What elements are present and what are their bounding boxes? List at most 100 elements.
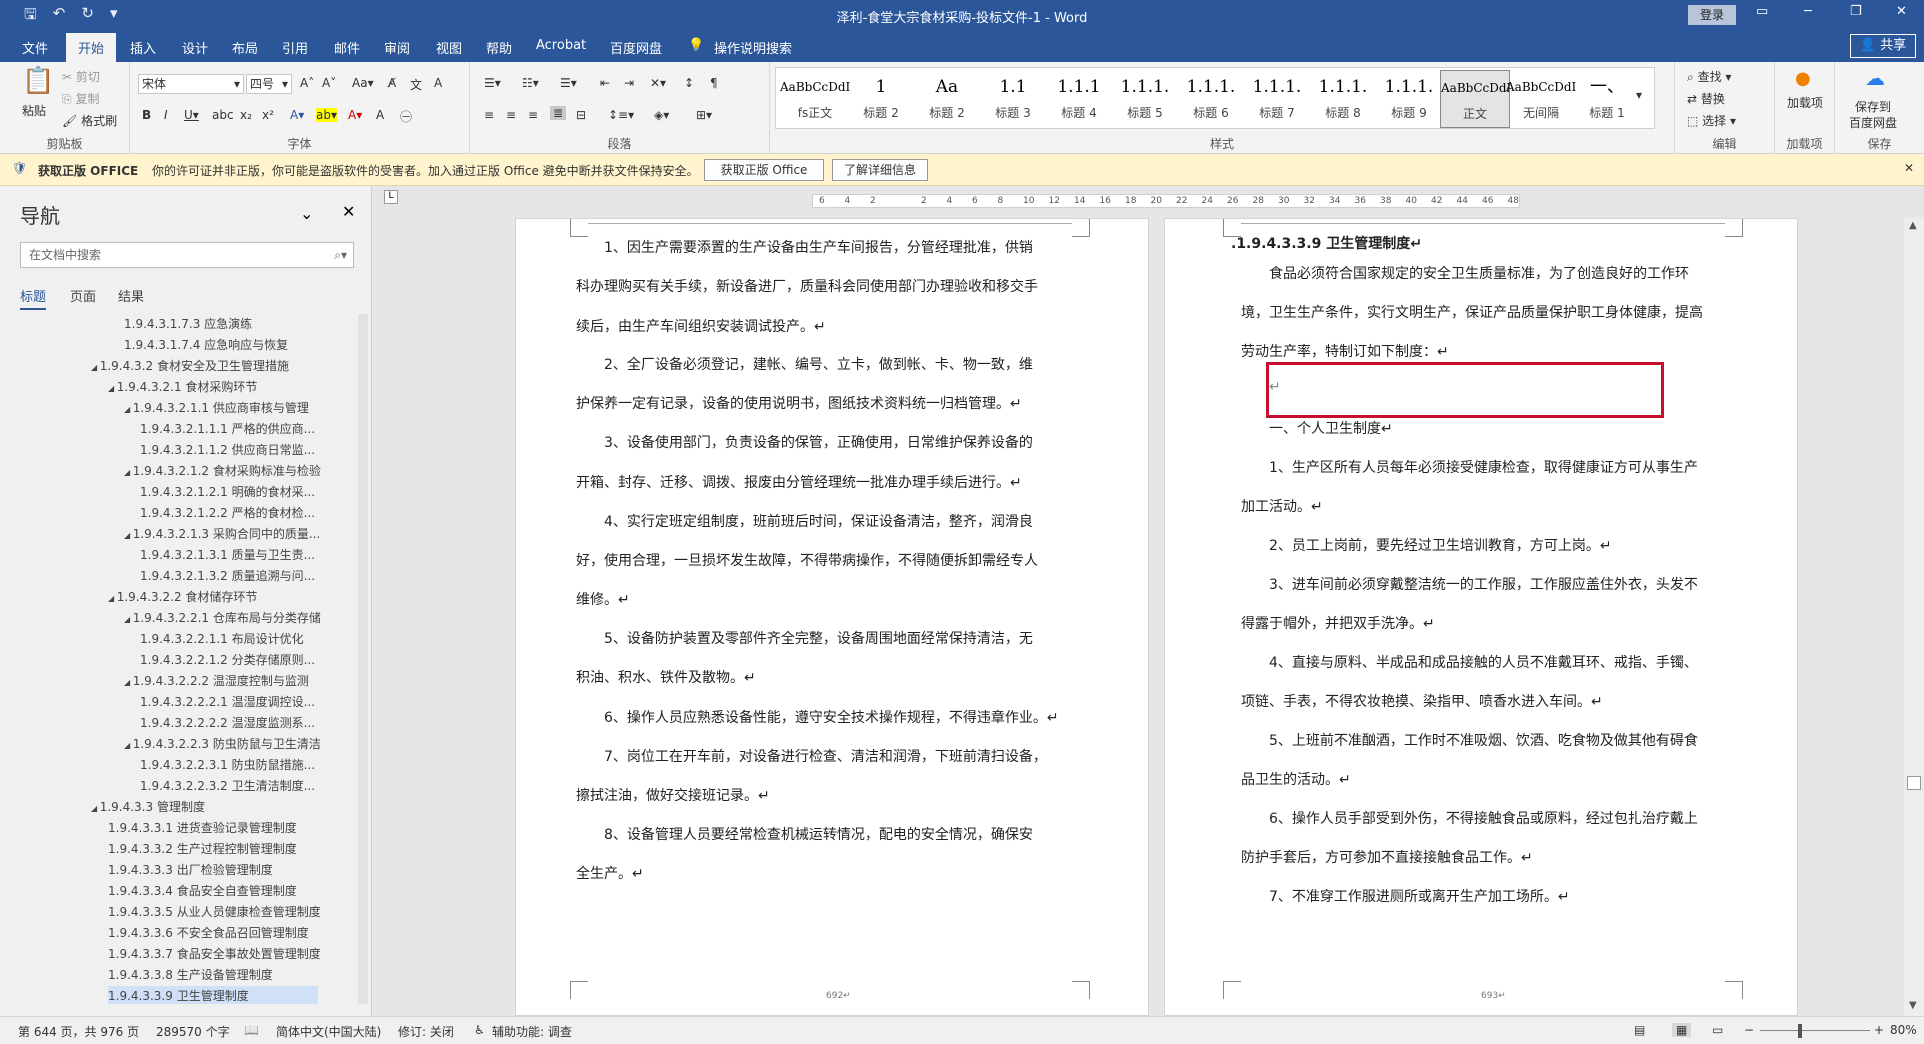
- find-button[interactable]: ⌕ 查找 ▾: [1687, 68, 1731, 85]
- char-shading-icon[interactable]: A: [376, 108, 384, 122]
- tab-mailings[interactable]: 邮件: [334, 38, 360, 57]
- scroll-up-icon[interactable]: ▲: [1909, 220, 1917, 231]
- copy-button[interactable]: ⎘ 复制: [62, 90, 99, 107]
- nav-tree-item[interactable]: ◢ 1.9.4.3.2.2 食材储存环节: [108, 587, 257, 608]
- style-item[interactable]: 一、 标题 1: [1572, 70, 1642, 128]
- numbering-icon[interactable]: ☷▾: [522, 76, 539, 90]
- nav-tree-item[interactable]: 1.9.4.3.2.2.1.1 布局设计优化: [140, 629, 304, 650]
- zoom-slider[interactable]: [1760, 1030, 1870, 1031]
- nav-tree-item[interactable]: ◢ 1.9.4.3.2.1.1 供应商审核与管理: [124, 398, 309, 419]
- search-icon[interactable]: ⌕▾: [334, 243, 347, 267]
- zoom-level[interactable]: 80%: [1890, 1023, 1917, 1037]
- tab-help[interactable]: 帮助: [486, 38, 512, 57]
- accessibility-status[interactable]: 辅助功能: 调查: [492, 1023, 572, 1040]
- tab-layout[interactable]: 布局: [232, 38, 258, 57]
- nav-tree-item[interactable]: ◢ 1.9.4.3.2.2.3 防虫防鼠与卫生清洁: [124, 734, 321, 755]
- nav-tree-item[interactable]: ◢ 1.9.4.3.2.1.3 采购合同中的质量...: [124, 524, 320, 545]
- nav-tree-item[interactable]: 1.9.4.3.3.8 生产设备管理制度: [108, 965, 273, 986]
- nav-tree-item[interactable]: ◢ 1.9.4.3.2.1.2 食材采购标准与检验: [124, 461, 321, 482]
- word-count[interactable]: 289570 个字: [156, 1023, 230, 1040]
- nav-tree-item[interactable]: 1.9.4.3.1.7.3 应急演练: [124, 314, 252, 335]
- nav-scrollbar[interactable]: [358, 314, 368, 1004]
- expand-arrow-icon[interactable]: ◢: [108, 594, 117, 603]
- paste-icon[interactable]: 📋: [22, 66, 54, 96]
- char-border-icon[interactable]: A: [434, 76, 442, 90]
- tab-insert[interactable]: 插入: [130, 38, 156, 57]
- nav-tree-item[interactable]: 1.9.4.3.1.7.4 应急响应与恢复: [124, 335, 288, 356]
- nav-tree-item[interactable]: 1.9.4.3.3.9 卫生管理制度: [108, 986, 318, 1004]
- track-changes[interactable]: 修订: 关闭: [398, 1023, 454, 1040]
- expand-arrow-icon[interactable]: ◢: [108, 384, 117, 393]
- underline-icon[interactable]: U▾: [184, 108, 199, 122]
- nav-tree-item[interactable]: 1.9.4.3.2.2.2.2 温湿度监测系...: [140, 713, 315, 734]
- expand-arrow-icon[interactable]: ◢: [124, 405, 133, 414]
- chevron-down-icon[interactable]: ⌄: [300, 204, 313, 223]
- baidu-save-label-2[interactable]: 百度网盘: [1849, 114, 1897, 131]
- subscript-icon[interactable]: x₂: [240, 108, 252, 122]
- multilevel-icon[interactable]: ☰▾: [560, 76, 577, 90]
- style-item[interactable]: Aa 标题 2: [912, 70, 982, 128]
- nav-tree-item[interactable]: 1.9.4.3.2.2.3.1 防虫防鼠措施...: [140, 755, 315, 776]
- font-color-icon[interactable]: A▾: [348, 108, 362, 122]
- nav-tree-item[interactable]: ◢ 1.9.4.3.2.1 食材采购环节: [108, 377, 257, 398]
- nav-tree-item[interactable]: ◢ 1.9.4.3.2.2.1 仓库布局与分类存储: [124, 608, 321, 629]
- nav-tree-item[interactable]: 1.9.4.3.3.7 食品安全事故处置管理制度: [108, 944, 321, 965]
- bullets-icon[interactable]: ☰▾: [484, 76, 501, 90]
- tab-review[interactable]: 审阅: [384, 38, 410, 57]
- tab-references[interactable]: 引用: [282, 38, 308, 57]
- zoom-out-icon[interactable]: −: [1744, 1023, 1754, 1037]
- ruler-track[interactable]: 6 4 2 2 4 6 8 10 12 14 16 18 20 22 24 26 28 30 32 34 36 38 40 4…: [812, 194, 1520, 208]
- tab-view[interactable]: 视图: [436, 38, 462, 57]
- tell-me-search[interactable]: 操作说明搜索: [714, 38, 792, 57]
- proofing-icon[interactable]: 📖: [244, 1023, 259, 1037]
- expand-arrow-icon[interactable]: ◢: [91, 363, 100, 372]
- get-genuine-button[interactable]: 获取正版 Office: [704, 159, 824, 181]
- enclose-char-icon[interactable]: ㊀: [400, 108, 412, 125]
- clear-format-icon[interactable]: A̸: [388, 76, 396, 90]
- style-item[interactable]: 1.1.1. 标题 7: [1242, 70, 1312, 128]
- restore-icon[interactable]: ❐: [1850, 4, 1862, 19]
- tab-acrobat[interactable]: Acrobat: [536, 38, 586, 53]
- tab-file[interactable]: 文件: [22, 38, 48, 57]
- zoom-in-icon[interactable]: +: [1874, 1023, 1884, 1037]
- expand-arrow-icon[interactable]: ◢: [124, 615, 133, 624]
- decrease-indent-icon[interactable]: ⇤: [600, 76, 610, 90]
- baidu-save-label-1[interactable]: 保存到: [1855, 98, 1891, 115]
- tab-headings[interactable]: 标题: [20, 286, 47, 310]
- minimize-icon[interactable]: ─: [1804, 4, 1812, 19]
- shading-icon[interactable]: ◈▾: [654, 108, 669, 122]
- nav-tree-item[interactable]: 1.9.4.3.2.1.2.1 明确的食材采...: [140, 482, 315, 503]
- expand-arrow-icon[interactable]: ◢: [124, 678, 133, 687]
- format-painter-button[interactable]: 🖌 格式刷: [62, 112, 117, 129]
- read-mode-icon[interactable]: ▤: [1634, 1023, 1645, 1037]
- tab-home[interactable]: 开始: [66, 33, 117, 62]
- highlight-icon[interactable]: ab▾: [316, 108, 337, 122]
- expand-arrow-icon[interactable]: ◢: [91, 804, 100, 813]
- grow-font-icon[interactable]: A˄: [300, 76, 314, 90]
- nav-tree-item[interactable]: 1.9.4.3.2.2.2.1 温湿度调控设...: [140, 692, 315, 713]
- nav-tree-item[interactable]: ◢ 1.9.4.3.3 管理制度: [91, 797, 205, 818]
- tab-pages[interactable]: 页面: [70, 286, 96, 305]
- tab-results[interactable]: 结果: [118, 286, 144, 305]
- nav-tree-item[interactable]: 1.9.4.3.2.1.3.2 质量追溯与问...: [140, 566, 315, 587]
- tab-baidu[interactable]: 百度网盘: [610, 38, 662, 57]
- ribbon-display-icon[interactable]: ▭: [1756, 4, 1768, 19]
- strike-icon[interactable]: abc: [212, 108, 234, 122]
- style-item[interactable]: 1.1.1. 标题 6: [1176, 70, 1246, 128]
- font-name-combo[interactable]: 宋体 ▾: [138, 74, 244, 94]
- style-item[interactable]: 1.1 标题 3: [978, 70, 1048, 128]
- scroll-thumb[interactable]: [1907, 776, 1921, 790]
- nav-tree-item[interactable]: 1.9.4.3.3.5 从业人员健康检查管理制度: [108, 902, 321, 923]
- nav-search-input[interactable]: 在文档中搜索 ⌕▾: [20, 242, 354, 268]
- vertical-scrollbar[interactable]: ▲ ▼: [1904, 218, 1924, 1016]
- addins-button[interactable]: 加载项: [1785, 94, 1825, 111]
- replace-button[interactable]: ⇄ 替换: [1687, 90, 1725, 107]
- share-button[interactable]: 👤 共享: [1850, 34, 1916, 58]
- sort-icon[interactable]: ↕: [684, 76, 694, 90]
- expand-arrow-icon[interactable]: ◢: [124, 531, 133, 540]
- bold-icon[interactable]: B: [142, 108, 151, 122]
- show-marks-icon[interactable]: ¶: [710, 76, 718, 90]
- nav-tree-item[interactable]: ◢ 1.9.4.3.2 食材安全及卫生管理措施: [91, 356, 289, 377]
- page-count[interactable]: 第 644 页，共 976 页: [18, 1023, 139, 1040]
- close-icon[interactable]: ✕: [342, 202, 355, 221]
